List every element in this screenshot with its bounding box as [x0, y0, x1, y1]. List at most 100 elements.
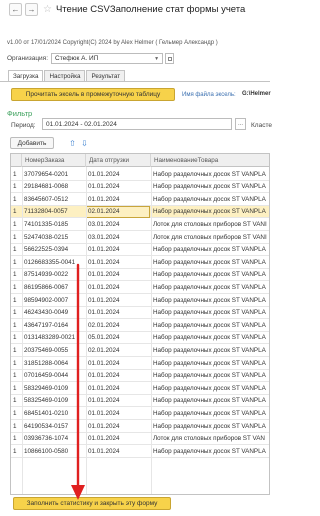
table-row[interactable]: 1 98594902-0007 01.01.2024 Набор разделочны… — [11, 294, 269, 307]
period-label: Период: — [11, 122, 36, 129]
product-name-cell: Набор разделочных досок ST VANPLA — [153, 409, 266, 417]
product-name-cell: Набор разделочных досок ST VANPLA — [153, 372, 266, 380]
orders-table[interactable]: НомерЗаказа Дата отгрузки НаименованиеТо… — [10, 153, 270, 495]
order-number-cell: 71132804-0057 — [24, 208, 68, 216]
order-number-cell: 0126683355-0041 — [24, 258, 76, 266]
ship-date-cell: 03.01.2024 — [88, 233, 120, 241]
ship-date-cell: 01.01.2024 — [88, 309, 120, 317]
table-row[interactable]: 1 20375469-0055 02.01.2024 Набор разделочны… — [11, 344, 269, 357]
column-header-num[interactable] — [11, 154, 22, 167]
product-name-cell: Набор разделочных досок ST VANPLA — [153, 422, 266, 430]
ship-date-cell: 01.01.2024 — [88, 422, 120, 430]
chevron-down-icon[interactable]: ▼ — [154, 56, 159, 62]
ship-date-cell: 01.01.2024 — [88, 183, 120, 191]
organization-select[interactable]: Стефюк А. ИП ▼ — [51, 53, 164, 64]
column-header-date[interactable]: Дата отгрузки — [86, 154, 151, 167]
table-row[interactable]: 1 07016459-0044 01.01.2024 Набор разделочны… — [11, 370, 269, 383]
table-row[interactable]: 1 37079654-0201 01.01.2024 Набор разделочны… — [11, 168, 269, 181]
table-row[interactable]: 1 31851288-0064 01.01.2024 Набор разделочны… — [11, 357, 269, 370]
add-button[interactable]: Добавить — [10, 137, 54, 149]
order-number-cell: 31851288-0064 — [24, 359, 69, 367]
table-row[interactable]: 1 83645607-0512 01.01.2024 Набор разделочны… — [11, 193, 269, 206]
row-number-cell: 1 — [13, 283, 17, 291]
table-row[interactable]: 1 03936736-1074 01.01.2024 Лоток для столов… — [11, 433, 269, 446]
column-divider — [86, 167, 87, 494]
product-name-cell: Набор разделочных досок ST VANPLA — [153, 258, 266, 266]
ship-date-cell: 01.01.2024 — [88, 258, 120, 266]
order-number-cell: 0131483289-0021 — [24, 334, 76, 342]
title-bar: ← → ☆ Чтение CSVЗаполнение стат формы уч… — [0, 0, 270, 18]
table-row[interactable]: 1 43647197-0164 02.01.2024 Набор разделочны… — [11, 319, 269, 332]
column-divider — [22, 167, 23, 494]
table-row[interactable]: 1 0126683355-0041 01.01.2024 Набор разделоч… — [11, 256, 269, 269]
table-row[interactable]: 1 56622525-0394 01.01.2024 Набор разделочны… — [11, 244, 269, 257]
product-name-cell: Набор разделочных досок ST VANPLA — [153, 195, 266, 203]
row-number-cell: 1 — [13, 422, 17, 430]
ship-date-cell: 05.01.2024 — [88, 334, 120, 342]
order-number-cell: 03936736-1074 — [24, 435, 69, 443]
product-name-cell: Набор разделочных досок ST VANPLA — [153, 283, 266, 291]
ship-date-cell: 01.01.2024 — [88, 359, 120, 367]
move-down-icon[interactable]: ⇩ — [79, 137, 90, 149]
table-row[interactable]: 1 86195866-0067 01.01.2024 Набор разделочны… — [11, 281, 269, 294]
table-row[interactable]: 1 68451401-0210 01.01.2024 Набор разделочны… — [11, 407, 269, 420]
order-number-cell: 87514939-0022 — [24, 271, 69, 279]
favorite-star-icon[interactable]: ☆ — [43, 4, 52, 15]
fill-and-close-button[interactable]: Заполнить статистику и закрыть эту форму — [13, 497, 171, 510]
table-row[interactable]: 1 0131483289-0021 05.01.2024 Набор разделоч… — [11, 332, 269, 345]
row-number-cell: 1 — [13, 397, 17, 405]
product-name-cell: Набор разделочных досок ST VANPLA — [153, 447, 266, 455]
ship-date-cell: 01.01.2024 — [88, 195, 120, 203]
product-name-cell: Набор разделочных досок ST VANPLA — [153, 271, 266, 279]
order-number-cell: 86195866-0067 — [24, 283, 69, 291]
table-row[interactable]: 1 71132804-0057 02.01.2024 Набор разделочны… — [11, 205, 269, 219]
back-button[interactable]: ← — [9, 2, 22, 16]
period-select-button[interactable]: ... — [235, 118, 246, 130]
row-number-cell: 1 — [13, 309, 17, 317]
open-form-icon — [167, 56, 172, 61]
organization-label: Организация: — [7, 55, 49, 62]
row-number-cell: 1 — [13, 435, 17, 443]
move-up-icon[interactable]: ⇧ — [67, 137, 78, 149]
open-organization-button[interactable] — [165, 53, 175, 64]
forward-arrow-icon: → — [27, 4, 36, 14]
read-excel-button[interactable]: Прочитать эксель в промежуточную таблицу — [11, 88, 175, 101]
forward-button[interactable]: → — [25, 2, 38, 16]
column-header-name[interactable]: НаименованиеТовара — [151, 154, 269, 167]
filter-heading: Фильтр — [7, 109, 33, 118]
table-header: НомерЗаказа Дата отгрузки НаименованиеТо… — [11, 154, 269, 167]
column-divider — [151, 167, 152, 494]
row-number-cell: 1 — [13, 258, 17, 266]
table-row[interactable]: 1 29184681-0068 01.01.2024 Набор разделочны… — [11, 181, 269, 194]
ship-date-cell: 01.01.2024 — [88, 397, 120, 405]
table-row[interactable]: 1 87514939-0022 01.01.2024 Набор разделочны… — [11, 269, 269, 282]
ship-date-cell: 01.01.2024 — [88, 283, 120, 291]
table-row[interactable]: 1 10866100-0580 01.01.2024 Набор разделочны… — [11, 445, 269, 458]
window-title: Чтение CSVЗаполнение стат формы учета — [55, 3, 246, 15]
cluster-label: Класте — [251, 122, 272, 129]
period-input[interactable]: 01.01.2024 - 02.01.2024 — [42, 118, 232, 130]
row-number-cell: 1 — [13, 447, 17, 455]
product-name-cell: Набор разделочных досок ST VANPLA — [153, 321, 266, 329]
order-number-cell: 52474038-0215 — [24, 233, 69, 241]
table-row[interactable]: 1 58325469-0109 01.01.2024 Набор разделочны… — [11, 395, 269, 408]
product-name-cell: Набор разделочных досок ST VANPLA — [153, 346, 266, 354]
tab-result[interactable]: Результат — [86, 70, 126, 81]
table-row[interactable]: 1 46243430-0049 01.01.2024 Набор разделочны… — [11, 307, 269, 320]
order-number-cell: 46243430-0049 — [24, 309, 69, 317]
file-name-link[interactable]: Имя файла эксель: — [182, 92, 236, 98]
ship-date-cell: 01.01.2024 — [88, 246, 120, 254]
table-row[interactable]: 1 74101335-0185 03.01.2024 Лоток для столов… — [11, 218, 269, 231]
table-row[interactable]: 1 58329469-0109 01.01.2024 Набор разделочны… — [11, 382, 269, 395]
tab-load[interactable]: Загрузка — [8, 70, 44, 81]
row-number-cell: 1 — [13, 359, 17, 367]
product-name-cell: Набор разделочных досок ST VANPLA — [153, 183, 266, 191]
order-number-cell: 56622525-0394 — [24, 246, 69, 254]
row-number-cell: 1 — [13, 372, 17, 380]
table-row[interactable]: 1 64190534-0157 01.01.2024 Набор разделочны… — [11, 420, 269, 433]
column-header-order[interactable]: НомерЗаказа — [22, 154, 86, 167]
order-number-cell: 29184681-0068 — [24, 183, 69, 191]
tab-settings[interactable]: Настройка — [44, 70, 86, 81]
product-name-cell: Лоток для столовых приборов ST VANI — [153, 233, 267, 241]
table-row[interactable]: 1 52474038-0215 03.01.2024 Лоток для столов… — [11, 231, 269, 244]
